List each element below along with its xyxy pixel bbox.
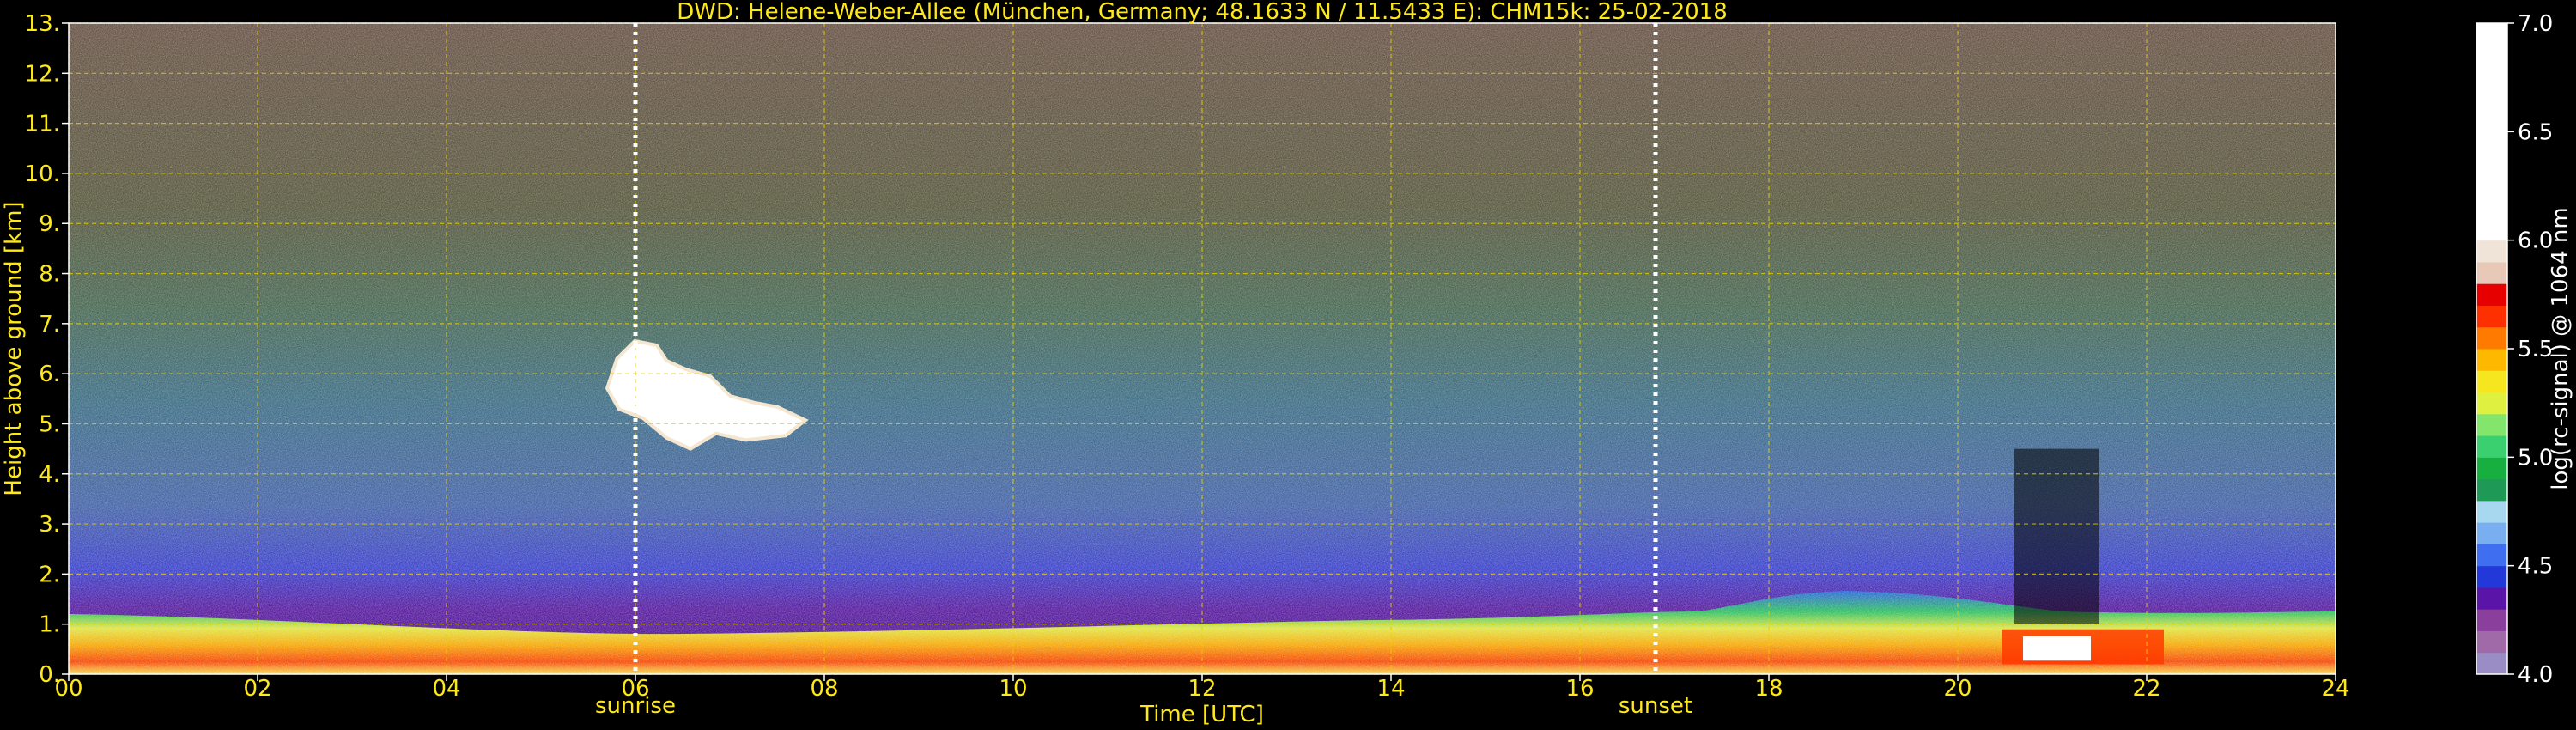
y-tick-label: 9. bbox=[39, 211, 60, 237]
y-tick-label: 6. bbox=[39, 362, 60, 387]
y-tick-label: 13. bbox=[25, 11, 60, 37]
y-tick-label: 1. bbox=[39, 612, 60, 638]
colorbar-tick-label: 6.5 bbox=[2518, 119, 2553, 145]
x-tick-label: 06 bbox=[621, 676, 649, 702]
colorbar-cell bbox=[2476, 413, 2507, 436]
colorbar-cell bbox=[2476, 305, 2507, 328]
colorbar-cell bbox=[2476, 630, 2507, 654]
y-tick-label: 0. bbox=[39, 662, 60, 688]
y-tick-label: 4. bbox=[39, 462, 60, 488]
y-tick-label: 3. bbox=[39, 512, 60, 538]
colorbar-cell bbox=[2476, 326, 2507, 350]
x-tick-label: 12 bbox=[1188, 676, 1216, 702]
x-tick-label: 10 bbox=[999, 676, 1027, 702]
high-signal-white bbox=[2023, 636, 2091, 661]
chart-title: DWD: Helene-Weber-Allee (München, German… bbox=[677, 0, 1728, 25]
x-tick-label: 04 bbox=[432, 676, 460, 702]
colorbar-ticks: 4.04.55.05.56.06.57.0 bbox=[2507, 11, 2553, 688]
x-tick-label: 02 bbox=[243, 676, 271, 702]
colorbar: 4.04.55.05.56.06.57.0 log(rc-signal) @ 1… bbox=[2476, 11, 2573, 688]
x-tick-label: 08 bbox=[810, 676, 838, 702]
x-tick-label: 18 bbox=[1754, 676, 1783, 702]
y-axis-ticks: 0. 1. 2. 3. 4. 5. 6. 7. 8. 9. 10. 11. 12. 13. bbox=[25, 11, 69, 688]
x-tick-label: 20 bbox=[1943, 676, 1971, 702]
y-tick-label: 10. bbox=[25, 161, 60, 187]
colorbar-tick-label: 4.0 bbox=[2518, 662, 2553, 688]
colorbar-tick-label: 4.5 bbox=[2518, 554, 2553, 580]
colorbar-cell bbox=[2476, 565, 2507, 588]
colorbar-cell bbox=[2476, 370, 2507, 393]
signal-dropout-column bbox=[2014, 448, 2099, 624]
colorbar-cell bbox=[2476, 283, 2507, 306]
colorbar-cell bbox=[2476, 478, 2507, 502]
x-tick-label: 14 bbox=[1376, 676, 1405, 702]
colorbar-label: log(rc-signal) @ 1064 nm bbox=[2548, 207, 2573, 490]
colorbar-cell bbox=[2476, 544, 2507, 567]
y-tick-label: 5. bbox=[39, 411, 60, 437]
colorbar-tick-label: 7.0 bbox=[2518, 11, 2553, 37]
colorbar-cell bbox=[2476, 609, 2507, 631]
colorbar-cell bbox=[2476, 457, 2507, 480]
colorbar-cell bbox=[2476, 392, 2507, 415]
y-tick-label: 11. bbox=[25, 112, 60, 137]
y-tick-label: 2. bbox=[39, 562, 60, 587]
colorbar-cell bbox=[2476, 261, 2507, 284]
x-axis-label: Time [UTC] bbox=[1139, 702, 1264, 727]
colorbar-cell bbox=[2476, 349, 2507, 371]
x-tick-label: 22 bbox=[2132, 676, 2160, 702]
colorbar-cell bbox=[2476, 435, 2507, 458]
y-tick-label: 12. bbox=[25, 61, 60, 87]
colorbar-cells bbox=[2476, 23, 2507, 675]
colorbar-cell bbox=[2476, 23, 2507, 241]
colorbar-cell bbox=[2476, 652, 2507, 675]
ceilometer-chart: sunrise sunset 00 02 04 06 08 10 12 14 16 18 20 22 24… bbox=[1, 0, 2573, 727]
colorbar-cell bbox=[2476, 522, 2507, 544]
y-axis-label: Height above ground [km] bbox=[1, 201, 27, 496]
y-tick-label: 8. bbox=[39, 262, 60, 288]
colorbar-cell bbox=[2476, 500, 2507, 523]
x-axis-ticks: 00 02 04 06 08 10 12 14 16 18 20 22 24 bbox=[54, 674, 2350, 702]
marker-label-sunset: sunset bbox=[1619, 693, 1692, 719]
x-tick-label: 24 bbox=[2321, 676, 2349, 702]
colorbar-cell bbox=[2476, 587, 2507, 610]
x-tick-label: 16 bbox=[1565, 676, 1594, 702]
y-tick-label: 7. bbox=[39, 312, 60, 338]
colorbar-cell bbox=[2476, 240, 2507, 263]
